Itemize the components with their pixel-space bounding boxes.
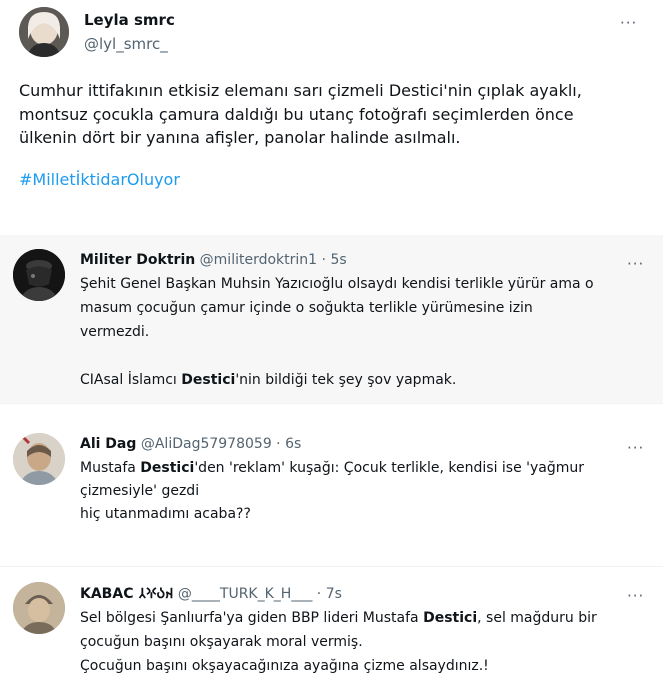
separator-dot: · [317, 252, 331, 268]
highlighted-keyword: Destici [181, 372, 236, 388]
author-avatar[interactable] [19, 7, 69, 57]
reply-text: Mustafa Destici'den 'reklam' kuşağı: Çoc… [80, 457, 650, 526]
reply-avatar[interactable] [13, 433, 65, 485]
highlighted-keyword: Destici [423, 610, 478, 626]
highlighted-keyword: Destici [140, 460, 195, 476]
more-options-icon[interactable]: ··· [627, 589, 644, 604]
separator-dot: · [271, 436, 286, 452]
reply-timestamp[interactable]: 7s [326, 586, 342, 602]
reply-author-handle[interactable]: @militerdoktrin1 [200, 252, 317, 268]
reply-text-line: Sel bölgesi Şanlıurfa'ya giden BBP lider… [80, 610, 597, 626]
reply-author-name[interactable]: KABAC 𐰴𐰉𐰍𐰲 [80, 586, 173, 602]
author-name[interactable]: Leyla smrc [84, 11, 175, 29]
reply-timestamp[interactable]: 6s [285, 436, 301, 452]
reply-author-name[interactable]: Ali Dag [80, 436, 136, 452]
avatar-photo [13, 249, 65, 301]
reply-text-line: vermezdi. [80, 324, 150, 340]
reply-text-line: Şehit Genel Başkan Muhsin Yazıcıoğlu ols… [80, 276, 594, 292]
reply-header: KABAC 𐰴𐰉𐰍𐰲 @____TURK_K_H___ · 7s [80, 584, 342, 603]
tweet-text-line: Cumhur ittifakının etkisiz elemanı sarı … [19, 81, 582, 100]
reply-text-line: Çocuğun başını okşayacağınıza ayağına çi… [80, 658, 489, 674]
reply-author-name[interactable]: Militer Doktrin [80, 252, 195, 268]
tweet-text: Cumhur ittifakının etkisiz elemanı sarı … [19, 79, 644, 150]
reply-header: Ali Dag @AliDag57978059 · 6s [80, 436, 301, 452]
tweet-text-line: montsuz çocukla çamura daldığı bu utanç … [19, 104, 574, 124]
reply-tweet[interactable]: Militer Doktrin @militerdoktrin1 · 5s ··… [0, 235, 663, 403]
reply-text-line: hiç utanmadımı acaba?? [80, 506, 251, 522]
reply-text-line: çizmesiyle' gezdi [80, 483, 200, 499]
reply-timestamp[interactable]: 5s [330, 252, 346, 268]
reply-text: Sel bölgesi Şanlıurfa'ya giden BBP lider… [80, 606, 650, 678]
separator-dot: · [312, 586, 326, 602]
reply-avatar[interactable] [13, 249, 65, 301]
tweet-text-line: ülkenin dört bir yanına afişler, panolar… [19, 128, 461, 147]
avatar-photo [19, 7, 69, 57]
reply-tweet[interactable]: Ali Dag @AliDag57978059 · 6s ··· Mustafa… [0, 422, 663, 562]
reply-header: Militer Doktrin @militerdoktrin1 · 5s [80, 252, 347, 268]
reply-text-line: CIAsal İslamcı Destici'nin bildiği tek ş… [80, 372, 457, 388]
author-handle[interactable]: @lyl_smrc_ [84, 35, 168, 53]
reply-text-line: çocuğun başını okşayarak moral vermiş. [80, 634, 363, 650]
divider [0, 403, 663, 404]
avatar-photo [13, 582, 65, 634]
reply-text-line: Mustafa Destici'den 'reklam' kuşağı: Çoc… [80, 460, 585, 476]
more-options-icon[interactable]: ··· [627, 441, 644, 456]
reply-text-line: masum çocuğun çamur içinde o soğukta ter… [80, 300, 533, 316]
more-options-icon[interactable]: ··· [627, 257, 644, 272]
divider [0, 566, 663, 567]
avatar-photo [13, 433, 65, 485]
more-options-icon[interactable]: ··· [620, 16, 637, 31]
hashtag-link[interactable]: #MilletİktidarOluyor [19, 170, 180, 189]
reply-author-handle[interactable]: @____TURK_K_H___ [178, 586, 312, 602]
reply-text: Şehit Genel Başkan Muhsin Yazıcıoğlu ols… [80, 272, 650, 392]
reply-author-handle[interactable]: @AliDag57978059 [141, 436, 272, 452]
reply-tweet[interactable]: KABAC 𐰴𐰉𐰍𐰲 @____TURK_K_H___ · 7s ··· Sel… [0, 572, 663, 697]
reply-avatar[interactable] [13, 582, 65, 634]
